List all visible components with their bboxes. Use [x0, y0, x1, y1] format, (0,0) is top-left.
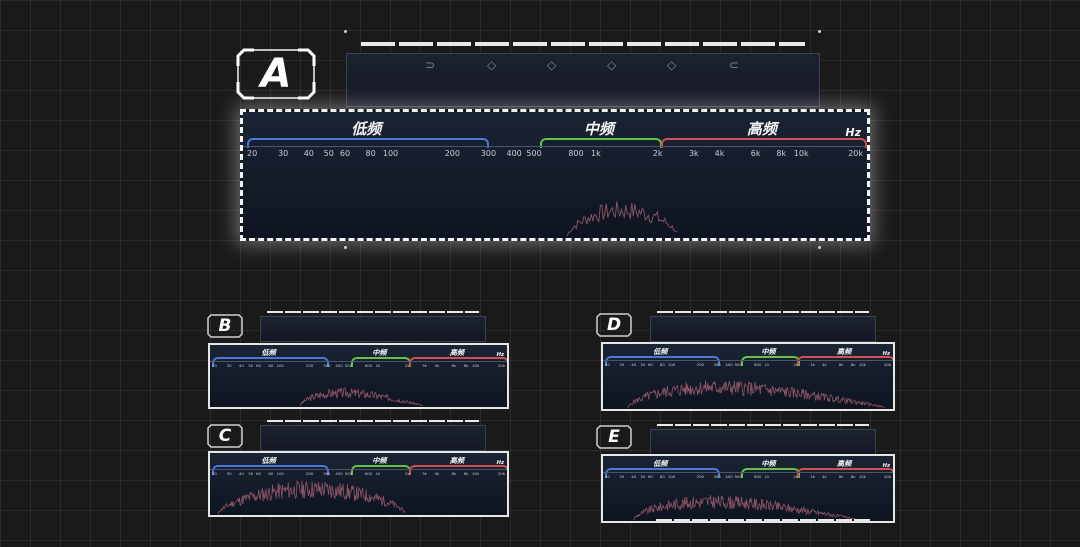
- diamond-icon: ◇: [607, 58, 617, 72]
- panel-letter-e: E: [596, 425, 632, 449]
- diamond-icon: ◇: [487, 58, 497, 72]
- spectrum-trace: [299, 387, 424, 407]
- panel-letter-a: A: [236, 48, 316, 100]
- diamond-icon: ◇: [667, 58, 677, 72]
- spectrum-analyzer-d: 低频 中频 高频 Hz 20 30 40 50 60 80 100 200 300 400 500 800 1k…: [601, 342, 895, 411]
- spectrum-analyzer-c: 低频 中频 高频 Hz 20 30 40 50 60 80 100 200 300 400 500 800 1k…: [208, 451, 509, 517]
- spectrum-trace: [633, 495, 857, 521]
- spectrum-analyzer-b: 低频 中频 高频 Hz 20 30 40 50 60 80 100 200 300 400 500 800 1k…: [208, 343, 509, 409]
- filter-icon: ⊃: [425, 58, 436, 72]
- filter-icon: ⊂: [729, 58, 740, 72]
- panel-header-b: [260, 311, 486, 342]
- panel-letter-b: B: [207, 314, 243, 338]
- diamond-icon: ◇: [547, 58, 557, 72]
- panel-letter-c: C: [207, 424, 243, 448]
- spectrum-analyzer-e: 低频 中频 高频 Hz 20 30 40 50 60 80 100 200 300 400 500 800 1k…: [601, 454, 895, 523]
- panel-letter-d: D: [596, 313, 632, 337]
- spectrum-analyzer-a: 低频 中频 高频 Hz 20 30 40 50 60 80 100 200 300 400 500 800 1k…: [240, 109, 870, 241]
- panel-header-c: [260, 420, 486, 451]
- panel-header-d: [650, 311, 876, 342]
- spectrum-trace: [566, 201, 677, 237]
- spectrum-trace: [627, 380, 886, 409]
- spectrum-trace: [217, 480, 406, 515]
- panel-header-a: ⊃ ◇ ◇ ◇ ◇ ⊂: [346, 42, 820, 107]
- panel-header-e: [650, 424, 876, 455]
